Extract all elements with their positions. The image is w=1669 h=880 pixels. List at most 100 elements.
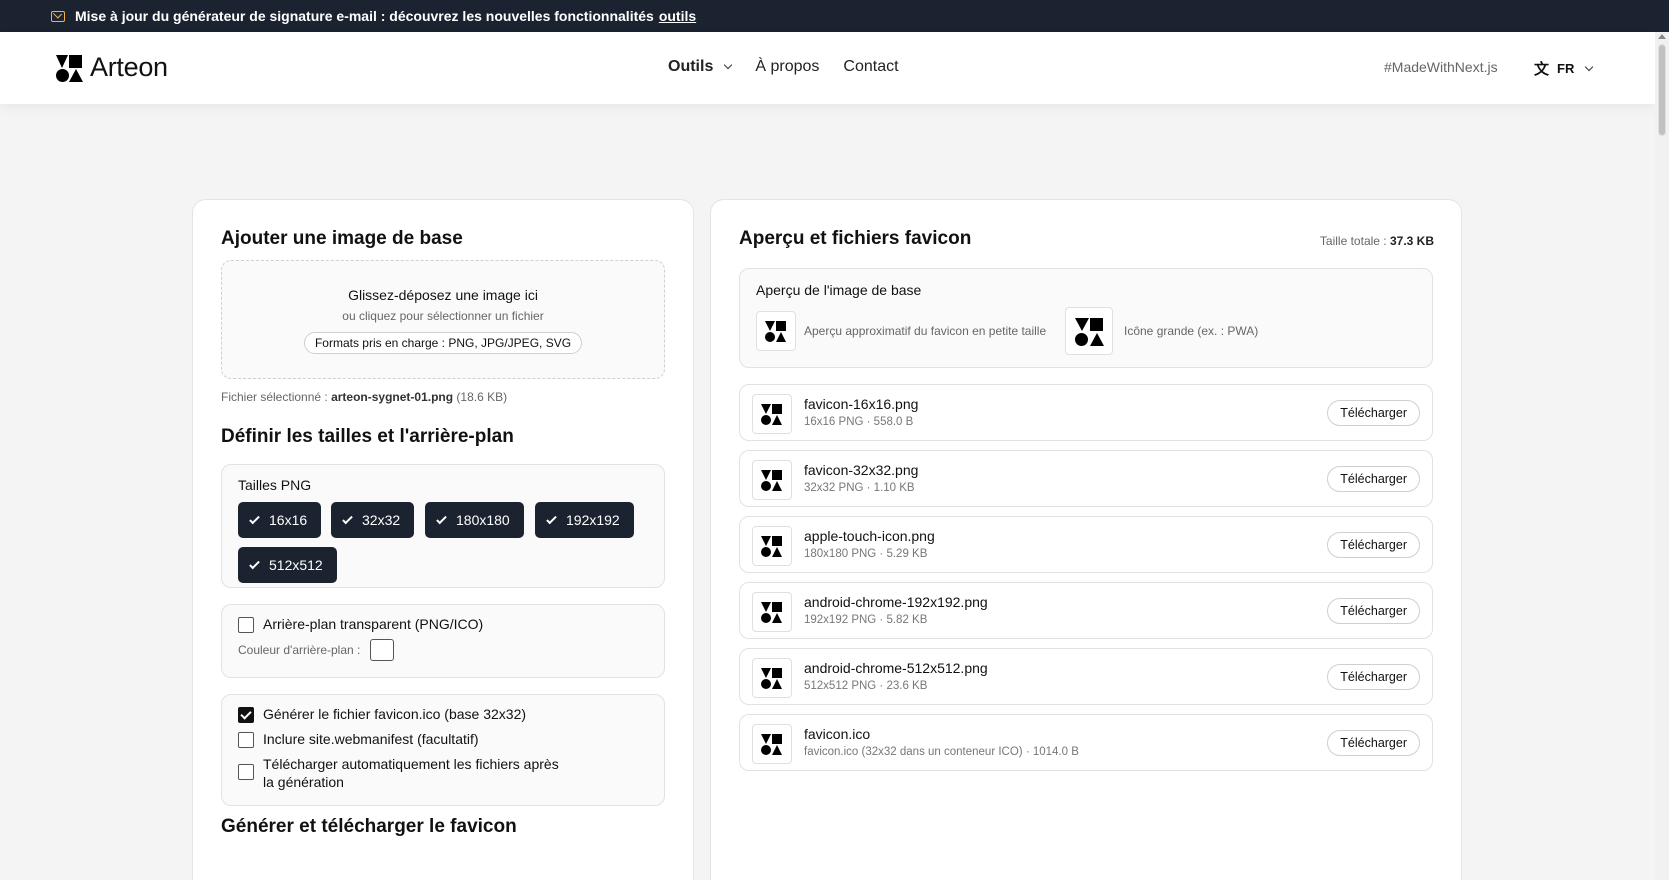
total-size: Taille totale : 37.3 KB: [1320, 234, 1434, 248]
made-with-link[interactable]: #MadeWithNext.js: [1384, 59, 1498, 75]
file-thumbnail: [752, 394, 792, 434]
size-label: 180x180: [456, 512, 510, 528]
file-thumbnail: [752, 460, 792, 500]
logo-icon: [56, 54, 84, 82]
file-meta: 192x192 PNG · 5.82 KB: [804, 614, 928, 626]
size-label: 512x512: [269, 557, 323, 573]
file-name: favicon-32x32.png: [804, 462, 919, 478]
bg-color-row: Couleur d'arrière-plan :: [238, 639, 395, 661]
nav-a-propos[interactable]: À propos: [755, 58, 819, 76]
language-selector[interactable]: 文 FR: [1534, 58, 1594, 79]
option-webmanifest[interactable]: Inclure site.webmanifest (facultatif): [238, 731, 479, 748]
small-preview-caption: Aperçu approximatif du favicon en petite…: [804, 324, 1047, 338]
selected-file-info: Fichier sélectionné : arteon-sygnet-01.p…: [221, 390, 507, 404]
file-thumbnail: [752, 658, 792, 698]
download-button[interactable]: Télécharger: [1327, 532, 1420, 558]
file-thumbnail: [752, 724, 792, 764]
translate-icon: 文: [1534, 61, 1550, 78]
file-name: android-chrome-192x192.png: [804, 594, 988, 610]
transparent-bg-label: Arrière-plan transparent (PNG/ICO): [263, 616, 484, 632]
file-name: apple-touch-icon.png: [804, 528, 935, 544]
base-image-preview: Aperçu de l'image de base Aperçu approxi…: [739, 268, 1433, 368]
file-meta: 180x180 PNG · 5.29 KB: [804, 548, 928, 560]
size-chip-192x192[interactable]: 192x192: [535, 502, 634, 538]
file-row: favicon-16x16.png 16x16 PNG · 558.0 B Té…: [739, 384, 1433, 441]
download-button[interactable]: Télécharger: [1327, 466, 1420, 492]
file-meta: 32x32 PNG · 1.10 KB: [804, 482, 915, 494]
total-size-value: 37.3 KB: [1389, 234, 1434, 248]
file-thumbnail: [752, 526, 792, 566]
option-favicon-ico[interactable]: Générer le fichier favicon.ico (base 32x…: [238, 706, 526, 723]
webmanifest-label: Inclure site.webmanifest (facultatif): [263, 731, 479, 747]
small-preview-icon: [756, 311, 796, 351]
png-sizes-label: Tailles PNG: [238, 477, 312, 493]
large-preview-caption: Icône grande (ex. : PWA): [1124, 324, 1259, 338]
size-chip-32x32[interactable]: 32x32: [331, 502, 415, 538]
size-chip-180x180[interactable]: 180x180: [425, 502, 524, 538]
selected-prefix: Fichier sélectionné :: [221, 390, 328, 404]
transparent-bg-checkbox[interactable]: [238, 617, 254, 633]
brand-logo[interactable]: Arteon: [56, 52, 168, 83]
nav-outils[interactable]: Outils: [668, 58, 733, 76]
option-auto-download[interactable]: Télécharger automatiquement les fichiers…: [238, 755, 568, 791]
image-dropzone[interactable]: Glissez-déposez une image ici ou cliquez…: [221, 260, 665, 379]
sizes-title: Définir les tailles et l'arrière-plan: [221, 426, 514, 447]
preview-title: Aperçu et fichiers favicon: [739, 228, 972, 249]
add-image-title: Ajouter une image de base: [221, 228, 463, 249]
chevron-down-icon: [1585, 62, 1594, 71]
file-row: favicon.ico favicon.ico (32x32 dans un c…: [739, 714, 1433, 771]
png-sizes-box: Tailles PNG 16x16 32x32 180x180 192x192 …: [221, 464, 665, 588]
selected-file-name: arteon-sygnet-01.png: [331, 390, 454, 404]
favicon-ico-checkbox[interactable]: [238, 707, 254, 723]
nav-contact-label: Contact: [843, 58, 899, 75]
file-meta: 512x512 PNG · 23.6 KB: [804, 680, 928, 692]
check-icon: [249, 558, 260, 569]
file-row: android-chrome-512x512.png 512x512 PNG ·…: [739, 648, 1433, 705]
total-size-label: Taille totale :: [1319, 234, 1387, 248]
announcement-link[interactable]: outils: [659, 8, 696, 24]
check-icon: [546, 513, 557, 524]
page-scrollbar[interactable]: [1655, 32, 1669, 880]
dropzone-subtitle: ou cliquez pour sélectionner un fichier: [342, 309, 544, 323]
auto-download-label: Télécharger automatiquement les fichiers…: [263, 756, 559, 790]
size-chip-16x16[interactable]: 16x16: [238, 502, 322, 538]
chevron-down-icon: [724, 60, 733, 70]
download-button[interactable]: Télécharger: [1327, 664, 1420, 690]
file-meta: favicon.ico (32x32 dans un conteneur ICO…: [804, 746, 1079, 758]
download-button[interactable]: Télécharger: [1327, 730, 1420, 756]
selected-file-size: (18.6 KB): [456, 390, 508, 404]
dropzone-title: Glissez-déposez une image ici: [348, 287, 538, 303]
file-name: android-chrome-512x512.png: [804, 660, 988, 676]
size-label: 32x32: [362, 512, 401, 528]
download-button[interactable]: Télécharger: [1327, 598, 1420, 624]
bg-color-swatch[interactable]: [370, 639, 395, 661]
nav-outils-label: Outils: [668, 58, 714, 75]
scroll-up-icon[interactable]: [1658, 34, 1666, 39]
file-name: favicon.ico: [804, 726, 871, 742]
file-thumbnail: [752, 592, 792, 632]
preview-card: Aperçu et fichiers favicon Taille totale…: [710, 199, 1462, 880]
main-nav: Outils À propos Contact: [668, 58, 923, 76]
settings-card: Ajouter une image de base Glissez-dépose…: [192, 199, 694, 880]
announcement-text: Mise à jour du générateur de signature e…: [75, 8, 654, 24]
size-label: 16x16: [269, 512, 308, 528]
webmanifest-checkbox[interactable]: [238, 732, 254, 748]
auto-download-checkbox[interactable]: [238, 764, 254, 780]
transparent-bg-option[interactable]: Arrière-plan transparent (PNG/ICO): [238, 616, 483, 633]
formats-badge: Formats pris en charge : PNG, JPG/JPEG, …: [303, 332, 583, 354]
language-label: FR: [1557, 61, 1575, 76]
favicon-ico-label: Générer le fichier favicon.ico (base 32x…: [263, 706, 527, 722]
background-box: Arrière-plan transparent (PNG/ICO) Coule…: [221, 604, 665, 678]
file-row: android-chrome-192x192.png 192x192 PNG ·…: [739, 582, 1433, 639]
file-name: favicon-16x16.png: [804, 396, 919, 412]
file-row: apple-touch-icon.png 180x180 PNG · 5.29 …: [739, 516, 1433, 573]
nav-contact[interactable]: Contact: [843, 58, 898, 76]
download-button[interactable]: Télécharger: [1327, 400, 1420, 426]
size-label: 192x192: [566, 512, 620, 528]
scrollbar-thumb[interactable]: [1658, 44, 1666, 136]
bg-color-label: Couleur d'arrière-plan :: [238, 643, 361, 657]
check-icon: [249, 513, 260, 524]
size-chip-512x512[interactable]: 512x512: [238, 547, 337, 583]
preview-box-title: Aperçu de l'image de base: [756, 282, 922, 298]
file-row: favicon-32x32.png 32x32 PNG · 1.10 KB Té…: [739, 450, 1433, 507]
